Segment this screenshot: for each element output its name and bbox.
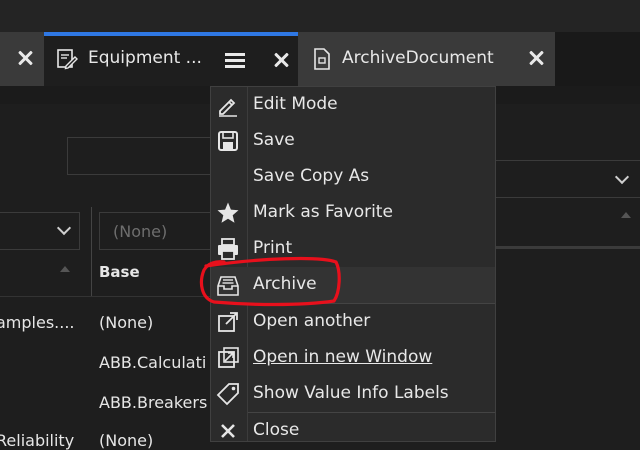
dropdown-value: (None): [113, 222, 168, 241]
close-icon: [221, 424, 235, 438]
menu-item-label: Open another: [253, 311, 371, 331]
menu-item-label: Edit Mode: [253, 94, 338, 114]
pencil-icon: [219, 98, 237, 117]
menu-item-show-value-info-labels[interactable]: Show Value Info Labels: [211, 376, 495, 412]
menu-item-label: Open in new Window: [253, 347, 433, 367]
menu-item-label: Archive: [253, 274, 317, 294]
menu-item-label: Print: [253, 238, 293, 258]
tag-icon: [216, 383, 239, 406]
header-divider: [0, 296, 210, 297]
tab-equipment[interactable]: Equipment ...: [44, 32, 298, 86]
column-separator: [91, 207, 92, 297]
tab-title: ArchiveDocument: [342, 48, 494, 68]
menu-item-label: Show Value Info Labels: [253, 383, 449, 403]
menu-item-edit-mode[interactable]: Edit Mode: [211, 87, 495, 123]
table-cell: Reliability: [0, 431, 75, 450]
tab-previous[interactable]: [0, 32, 44, 86]
menu-hamburger-icon[interactable]: [225, 53, 245, 69]
document-menu: Edit Mode Save Save Copy As Mark as Favo…: [210, 86, 496, 442]
table-cell: amples....: [0, 313, 75, 332]
printer-icon: [218, 238, 238, 260]
sort-icon: [621, 212, 631, 218]
base-dropdown[interactable]: (None): [99, 212, 219, 250]
menu-item-print[interactable]: Print: [211, 231, 495, 267]
left-dropdown[interactable]: [0, 212, 80, 250]
close-tab-icon[interactable]: [15, 48, 35, 68]
open-external-icon: [218, 312, 238, 332]
menu-item-save-copy-as[interactable]: Save Copy As: [211, 159, 495, 195]
title-strip: [0, 0, 640, 32]
chevron-down-icon: [614, 169, 630, 185]
tab-archive-document[interactable]: ArchiveDocument: [298, 32, 555, 86]
chevron-down-icon: [56, 220, 72, 236]
new-window-icon: [218, 347, 239, 368]
menu-item-label: Save Copy As: [253, 166, 370, 186]
tab-title: Equipment ...: [88, 48, 202, 68]
document-icon: [314, 48, 330, 70]
floppy-disk-icon: [218, 131, 238, 151]
close-tab-icon[interactable]: [271, 50, 291, 70]
right-dropdown[interactable]: [494, 160, 640, 198]
menu-item-archive[interactable]: Archive: [211, 267, 495, 303]
menu-item-label: Close: [253, 420, 300, 440]
menu-item-open-another[interactable]: Open another: [211, 304, 495, 340]
menu-item-save[interactable]: Save: [211, 123, 495, 159]
sort-icon: [60, 266, 70, 272]
table-cell: ABB.Calculati: [99, 353, 207, 372]
menu-item-close[interactable]: Close: [211, 413, 495, 441]
search-field[interactable]: [67, 137, 217, 175]
menu-item-label: Save: [253, 130, 295, 150]
table-cell: (None): [99, 313, 154, 332]
archive-tray-icon: [217, 276, 239, 296]
table-cell: ABB.Breakers: [99, 393, 208, 412]
menu-item-open-new-window[interactable]: Open in new Window: [211, 340, 495, 376]
star-icon: [217, 202, 239, 223]
column-header-base[interactable]: Base: [99, 263, 140, 281]
table-cell: (None): [99, 431, 154, 450]
close-tab-icon[interactable]: [526, 48, 546, 68]
edit-document-icon: [57, 49, 78, 70]
menu-item-label: Mark as Favorite: [253, 202, 393, 222]
column-divider: [494, 246, 640, 249]
menu-item-mark-favorite[interactable]: Mark as Favorite: [211, 195, 495, 231]
